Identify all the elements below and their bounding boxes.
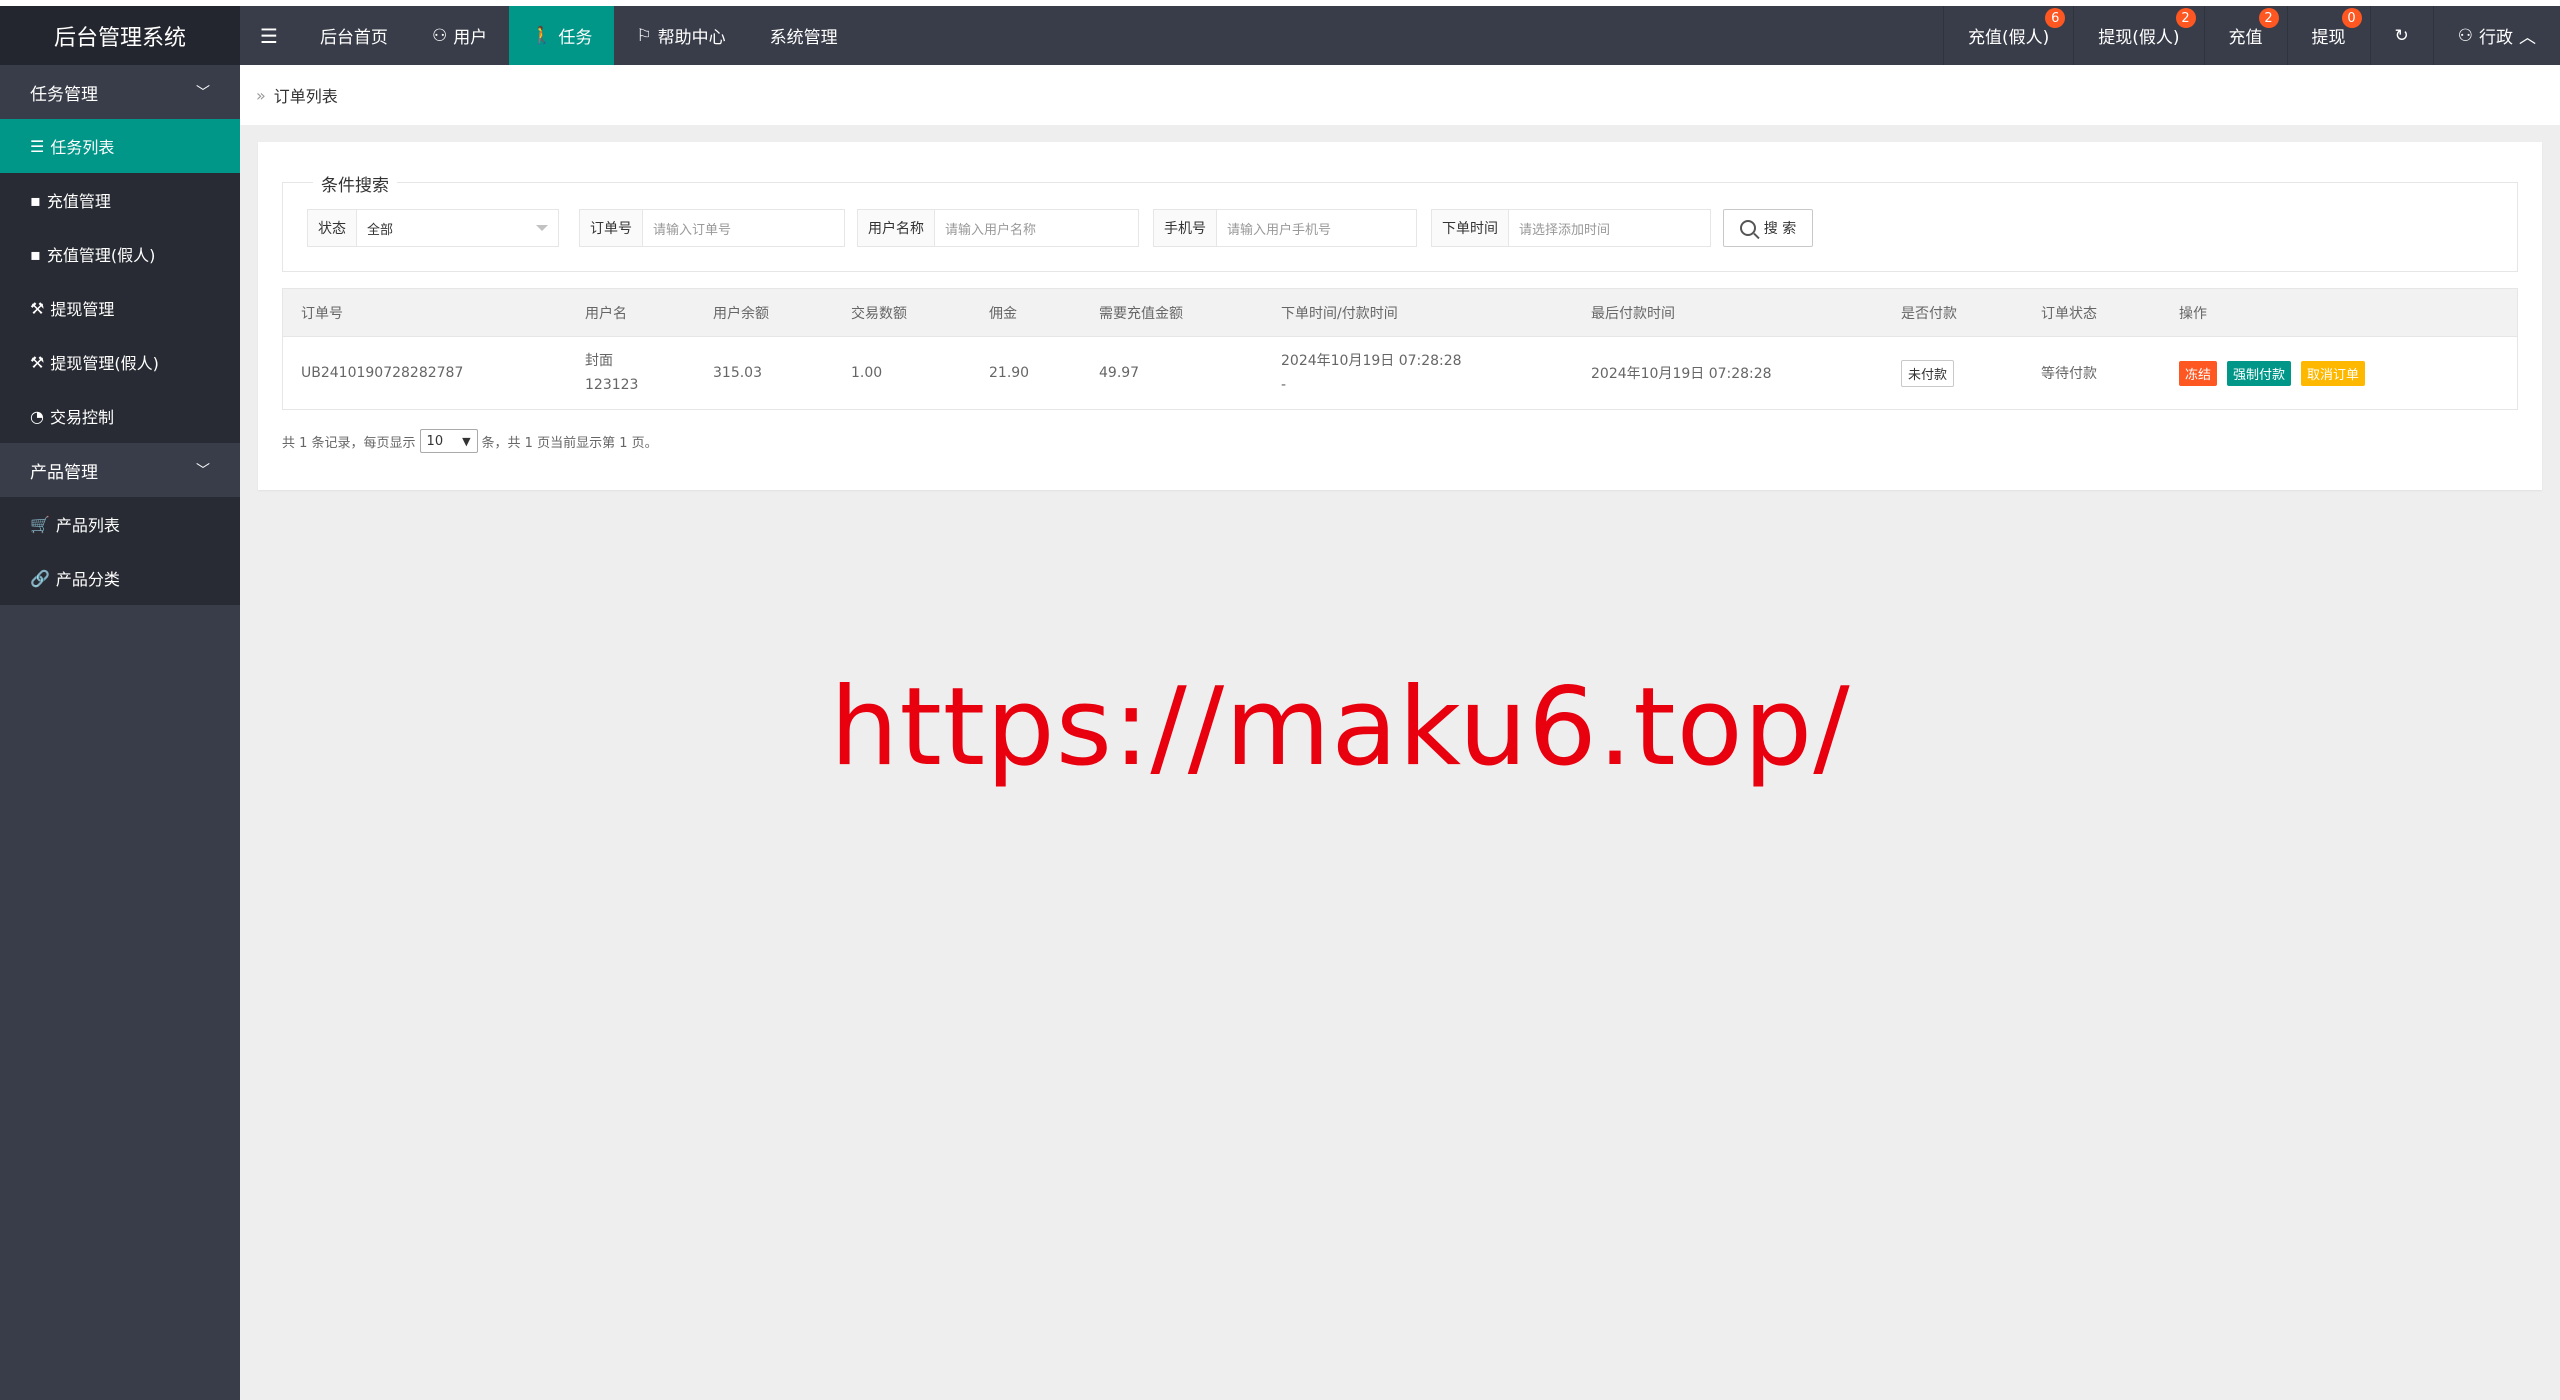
- breadcrumb: » 订单列表: [240, 65, 2560, 125]
- refresh-button[interactable]: ↻: [2369, 6, 2433, 65]
- search-fieldset: 条件搜索 状态 全部 订单号 请输入订单号 用户名称 请输入用户名称 手机号 请…: [282, 171, 2518, 272]
- user-icon: ⚇: [2457, 25, 2473, 46]
- status-filter[interactable]: 状态 全部: [307, 209, 559, 247]
- nav-withdraw[interactable]: 提现 0: [2286, 6, 2370, 65]
- cancel-order-button[interactable]: 取消订单: [2301, 360, 2366, 386]
- row-actions: 冻结 强制付款 取消订单: [2161, 360, 2401, 386]
- chevron-up-icon: ︿: [2519, 28, 2536, 48]
- menu-toggle-button[interactable]: ☰: [240, 6, 298, 65]
- count-badge: 6: [2045, 8, 2066, 28]
- pagination: 共 1 条记录，每页显示 10 ▼ 条，共 1 页当前显示第 1 页。: [282, 429, 658, 453]
- nav-tasks[interactable]: 🚶 任务: [509, 6, 615, 65]
- sidebar-item-product-category[interactable]: 🔗 产品分类: [0, 551, 240, 605]
- time-filter: 下单时间 请选择添加时间: [1431, 209, 1711, 247]
- main-card: 条件搜索 状态 全部 订单号 请输入订单号 用户名称 请输入用户名称 手机号 请…: [258, 142, 2542, 490]
- phone-filter: 手机号 请输入用户手机号: [1153, 209, 1417, 247]
- order-filter: 订单号 请输入订单号: [579, 209, 845, 247]
- right-nav: 充值(假人) 6 提现(假人) 2 充值 2 提现 0 ↻ ⚇ 行政 ︿: [1942, 6, 2560, 65]
- nav-withdraw-fake[interactable]: 提现(假人) 2: [2073, 6, 2203, 65]
- search-legend: 条件搜索: [313, 171, 397, 196]
- top-nav: ☰ 后台首页 ⚇ 用户 🚶 任务 ⚐ 帮助中心 系统管理: [240, 6, 860, 65]
- gavel-icon: ⚒: [30, 298, 45, 318]
- cart-icon: 🛒: [30, 514, 50, 534]
- walk-icon: 🚶: [531, 25, 553, 46]
- freeze-button[interactable]: 冻结: [2179, 360, 2218, 386]
- top-header: 后台管理系统 ☰ 后台首页 ⚇ 用户 🚶 任务 ⚐ 帮助中心 系统管理 充值(假人) 6…: [0, 0, 2560, 65]
- count-badge: 2: [2258, 8, 2279, 28]
- chevron-down-icon: ▼: [462, 434, 471, 448]
- sidebar: 任务管理 ﹀ ☰ 任务列表 ▪ 充值管理 ▪ 充值管理(假人) ⚒ 提现管理 ⚒ 提现管理(…: [0, 65, 240, 1400]
- count-badge: 2: [2175, 8, 2196, 28]
- nav-users[interactable]: ⚇ 用户: [410, 6, 509, 65]
- phone-input[interactable]: 请输入用户手机号: [1217, 210, 1416, 246]
- chevron-down-icon: ﹀: [196, 463, 210, 479]
- sidebar-item-trade-control[interactable]: ◔ 交易控制: [0, 389, 240, 443]
- status-select[interactable]: 全部: [357, 210, 558, 246]
- table-row: UB2410190728282787 封面 123123 315.03 1.00…: [283, 337, 2517, 409]
- search-button[interactable]: 搜 索: [1723, 209, 1813, 247]
- sidebar-group-products-children: 🛒 产品列表 🔗 产品分类: [0, 497, 240, 605]
- list-icon: ☰: [30, 136, 45, 156]
- watermark-url: https://maku6.top/: [830, 665, 1851, 790]
- hamburger-icon: ☰: [260, 23, 278, 48]
- username-input[interactable]: 请输入用户名称: [935, 210, 1138, 246]
- breadcrumb-current[interactable]: 订单列表: [274, 83, 338, 107]
- comment-icon: ▪: [30, 190, 41, 210]
- flag-icon: ⚐: [636, 25, 652, 46]
- link-icon: 🔗: [30, 568, 50, 588]
- sidebar-group-products[interactable]: 产品管理 ﹀: [0, 443, 240, 497]
- comment-icon: ▪: [30, 244, 41, 264]
- sidebar-item-task-list[interactable]: ☰ 任务列表: [0, 119, 240, 173]
- sidebar-item-product-list[interactable]: 🛒 产品列表: [0, 497, 240, 551]
- sidebar-group-tasks-children: ☰ 任务列表 ▪ 充值管理 ▪ 充值管理(假人) ⚒ 提现管理 ⚒ 提现管理(假人) ◔ 交…: [0, 119, 240, 443]
- sidebar-item-withdraw[interactable]: ⚒ 提现管理: [0, 281, 240, 335]
- order-input[interactable]: 请输入订单号: [643, 210, 844, 246]
- sidebar-group-tasks[interactable]: 任务管理 ﹀: [0, 65, 240, 119]
- nav-help[interactable]: ⚐ 帮助中心: [614, 6, 747, 65]
- nav-recharge[interactable]: 充值 2: [2203, 6, 2287, 65]
- refresh-icon: ↻: [2394, 25, 2409, 46]
- username-filter: 用户名称 请输入用户名称: [857, 209, 1139, 247]
- nav-system[interactable]: 系统管理: [748, 6, 860, 65]
- sidebar-item-recharge-fake[interactable]: ▪ 充值管理(假人): [0, 227, 240, 281]
- app-logo[interactable]: 后台管理系统: [0, 6, 240, 65]
- page-size-select[interactable]: 10 ▼: [419, 429, 478, 453]
- user-menu[interactable]: ⚇ 行政 ︿: [2432, 6, 2560, 65]
- search-icon: [1739, 220, 1756, 236]
- nav-recharge-fake[interactable]: 充值(假人) 6: [1942, 6, 2073, 65]
- time-input[interactable]: 请选择添加时间: [1509, 210, 1710, 246]
- user-icon: ⚇: [431, 25, 448, 46]
- breadcrumb-separator: »: [256, 85, 266, 105]
- caret-down-icon: [536, 225, 548, 231]
- table-header: 订单号 用户名 用户余额 交易数额 佣金 需要充值金额 下单时间/付款时间 最后…: [283, 289, 2517, 337]
- paid-status-badge: 未付款: [1901, 359, 1955, 387]
- count-badge: 0: [2341, 8, 2362, 28]
- dashboard-icon: ◔: [30, 406, 44, 426]
- sidebar-item-withdraw-fake[interactable]: ⚒ 提现管理(假人): [0, 335, 240, 389]
- nav-home[interactable]: 后台首页: [298, 6, 410, 65]
- orders-table: 订单号 用户名 用户余额 交易数额 佣金 需要充值金额 下单时间/付款时间 最后…: [282, 288, 2518, 410]
- force-pay-button[interactable]: 强制付款: [2227, 360, 2292, 386]
- chevron-down-icon: ﹀: [196, 85, 210, 101]
- gavel-icon: ⚒: [30, 352, 45, 372]
- sidebar-item-recharge[interactable]: ▪ 充值管理: [0, 173, 240, 227]
